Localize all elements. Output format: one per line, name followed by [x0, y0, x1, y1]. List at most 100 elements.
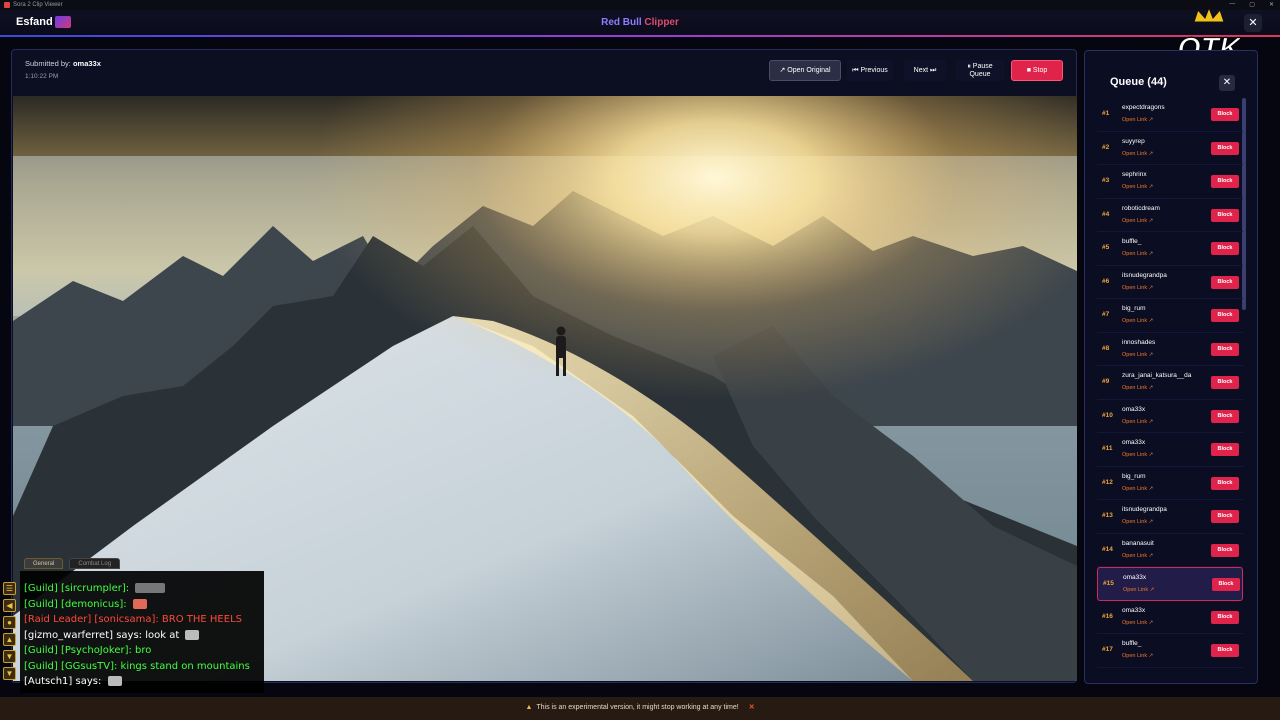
chat-message: [Guild] [demonicus]: [24, 597, 264, 613]
block-button[interactable]: Block [1211, 275, 1239, 289]
queue-item[interactable]: #10 oma33x Open Link ↗ Block [1097, 400, 1243, 433]
queue-item[interactable]: #14 bananasuit Open Link ↗ Block [1097, 534, 1243, 567]
open-link[interactable]: Open Link ↗ [1123, 587, 1154, 593]
queue-item[interactable]: #15 oma33x Open Link ↗ Block [1097, 567, 1243, 601]
open-original-button[interactable]: ↗ Open Original [769, 60, 841, 81]
queue-item-number: #2 [1102, 143, 1110, 151]
chat-message: [Raid Leader] [sonicsama]: BRO THE HEELS [24, 612, 264, 628]
queue-item-username: suyyrep [1122, 137, 1145, 145]
queue-item-number: #9 [1102, 378, 1110, 385]
block-button[interactable]: Block [1211, 108, 1239, 121]
chat-tab-general[interactable]: General [24, 558, 64, 569]
header-close-button[interactable]: ✕ [1244, 14, 1262, 32]
open-link[interactable]: Open Link ↗ [1122, 151, 1153, 157]
chat-message-text: [Autsch1] says: [24, 676, 105, 687]
open-link[interactable]: Open Link ↗ [1122, 519, 1153, 525]
queue-item-username: buffle_ [1122, 238, 1142, 245]
open-link[interactable]: Open Link ↗ [1122, 117, 1153, 123]
submit-time: 1:10:22 PM [25, 73, 59, 80]
app-title-main: Red Bull [601, 17, 642, 28]
open-link[interactable]: Open Link ↗ [1122, 486, 1153, 492]
open-link[interactable]: Open Link ↗ [1122, 653, 1153, 659]
stop-button[interactable]: ■ Stop [1011, 60, 1063, 81]
chat-menu-icon[interactable]: ☰ [3, 582, 16, 595]
speaker-icon[interactable]: ◀ [3, 599, 16, 612]
pause-queue-button[interactable]: ⏸ Pause Queue [956, 60, 1004, 81]
queue-item[interactable]: #17 buffle_ Open Link ↗ Block [1097, 634, 1243, 668]
queue-item-number: #4 [1102, 210, 1110, 218]
queue-item-number: #6 [1102, 277, 1110, 285]
maximize-icon[interactable]: ▢ [1249, 1, 1255, 8]
open-link[interactable]: Open Link ↗ [1122, 553, 1153, 559]
chat-bubble-icon[interactable]: ● [3, 616, 16, 629]
open-link[interactable]: Open Link ↗ [1122, 385, 1153, 391]
chat-message-text: [gizmo_warferret] says: look at [24, 629, 183, 641]
app-title-accent: Clipper [641, 17, 679, 28]
emote-icon [185, 629, 200, 640]
open-link[interactable]: Open Link ↗ [1122, 352, 1153, 358]
queue-item[interactable]: #11 oma33x Open Link ↗ Block [1097, 433, 1243, 467]
block-button[interactable]: Block [1211, 376, 1239, 389]
notice-close-button[interactable]: ✕ [749, 704, 755, 711]
block-button[interactable]: Block [1211, 476, 1239, 490]
queue-item[interactable]: #7 big_rum Open Link ↗ Block [1097, 299, 1243, 333]
queue-item[interactable]: #9 zura_janai_katsura__da Open Link ↗ Block [1097, 366, 1243, 400]
open-link[interactable]: Open Link ↗ [1122, 251, 1153, 257]
open-link[interactable]: Open Link ↗ [1122, 620, 1153, 626]
queue-item[interactable]: #8 innoshades Open Link ↗ Block [1097, 333, 1243, 366]
queue-item[interactable]: #12 big_rum Open Link ↗ Block [1097, 467, 1243, 500]
emote-icon [107, 676, 122, 686]
block-button[interactable]: Block [1211, 342, 1239, 356]
open-link[interactable]: Open Link ↗ [1122, 285, 1153, 291]
emote-icon [132, 598, 147, 609]
block-button[interactable]: Block [1212, 578, 1240, 591]
block-button[interactable]: Block [1211, 409, 1239, 423]
block-button[interactable]: Block [1211, 242, 1239, 255]
block-button[interactable]: Block [1211, 644, 1239, 657]
scroll-up-icon[interactable]: ▲ [3, 633, 16, 646]
queue-item[interactable]: #5 buffle_ Open Link ↗ Block [1097, 232, 1243, 266]
minimize-icon[interactable]: — [1229, 1, 1235, 8]
previous-button[interactable]: ⏮ Previous [847, 60, 893, 81]
open-link[interactable]: Open Link ↗ [1122, 419, 1153, 425]
queue-item-number: #10 [1102, 411, 1113, 419]
submitter-line: Submitted by: oma33x [25, 59, 101, 68]
window-controls: — ▢ ✕ [1229, 1, 1274, 8]
queue-item-username: bananasuit [1122, 539, 1154, 547]
block-button[interactable]: Block [1211, 443, 1239, 456]
app-title: Red Bull Clipper [0, 17, 1280, 28]
block-button[interactable]: Block [1211, 543, 1239, 557]
open-link[interactable]: Open Link ↗ [1122, 218, 1153, 224]
submitter-name: oma33x [72, 59, 101, 68]
block-button[interactable]: Block [1211, 208, 1239, 222]
open-link[interactable]: Open Link ↗ [1122, 318, 1153, 324]
queue-item-username: big_rum [1122, 472, 1146, 480]
queue-item[interactable]: #13 itsnudegrandpa Open Link ↗ Block [1097, 500, 1243, 534]
queue-item-number: #15 [1103, 580, 1114, 587]
queue-item-number: #8 [1102, 344, 1110, 352]
open-link[interactable]: Open Link ↗ [1122, 184, 1153, 190]
queue-item[interactable]: #1 expectdragons Open Link ↗ Block [1097, 98, 1243, 132]
scroll-bottom-icon[interactable]: ▼ [3, 667, 16, 680]
chat-tab-combat-log[interactable]: Combat Log [69, 558, 121, 569]
block-button[interactable]: Block [1211, 510, 1239, 523]
queue-item[interactable]: #2 suyyrep Open Link ↗ Block [1097, 132, 1243, 165]
block-button[interactable]: Block [1211, 610, 1239, 624]
chat-side-buttons: ☰ ◀ ● ▲ ▼ ▼ [3, 582, 16, 680]
block-button[interactable]: Block [1211, 141, 1239, 155]
queue-item[interactable]: #4 roboticdream Open Link ↗ Block [1097, 199, 1243, 232]
queue-item-number: #1 [1102, 110, 1110, 117]
queue-item[interactable]: #16 oma33x Open Link ↗ Block [1097, 601, 1243, 634]
next-button[interactable]: Next ⏭ [904, 60, 946, 81]
notice-text: This is an experimental version, it migh… [536, 704, 739, 711]
queue-item-number: #3 [1102, 177, 1110, 184]
queue-item[interactable]: #6 itsnudegrandpa Open Link ↗ Block [1097, 266, 1243, 299]
scroll-down-icon[interactable]: ▼ [3, 650, 16, 663]
block-button[interactable]: Block [1211, 175, 1239, 188]
close-window-icon[interactable]: ✕ [1269, 1, 1274, 8]
open-link[interactable]: Open Link ↗ [1122, 452, 1153, 458]
queue-close-button[interactable]: ✕ [1219, 75, 1235, 91]
queue-item[interactable]: #3 sephrinx Open Link ↗ Block [1097, 165, 1243, 199]
block-button[interactable]: Block [1211, 309, 1239, 322]
chat-message: [gizmo_warferret] says: look at [24, 628, 264, 644]
